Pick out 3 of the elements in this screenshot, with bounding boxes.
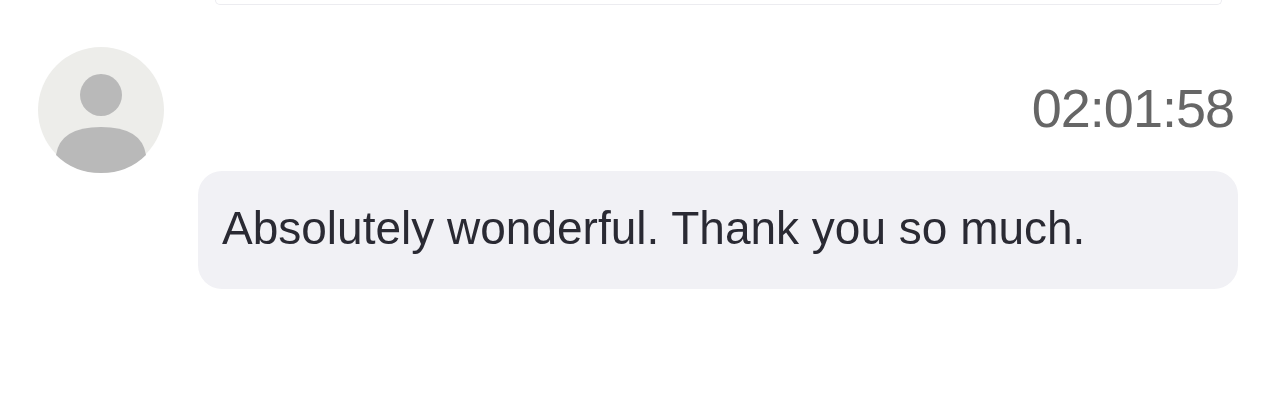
message-time: 02:01:58: [1031, 77, 1235, 139]
avatar-icon: [38, 47, 164, 173]
message-text: Absolutely wonderful. Thank you so much.: [222, 201, 1087, 256]
